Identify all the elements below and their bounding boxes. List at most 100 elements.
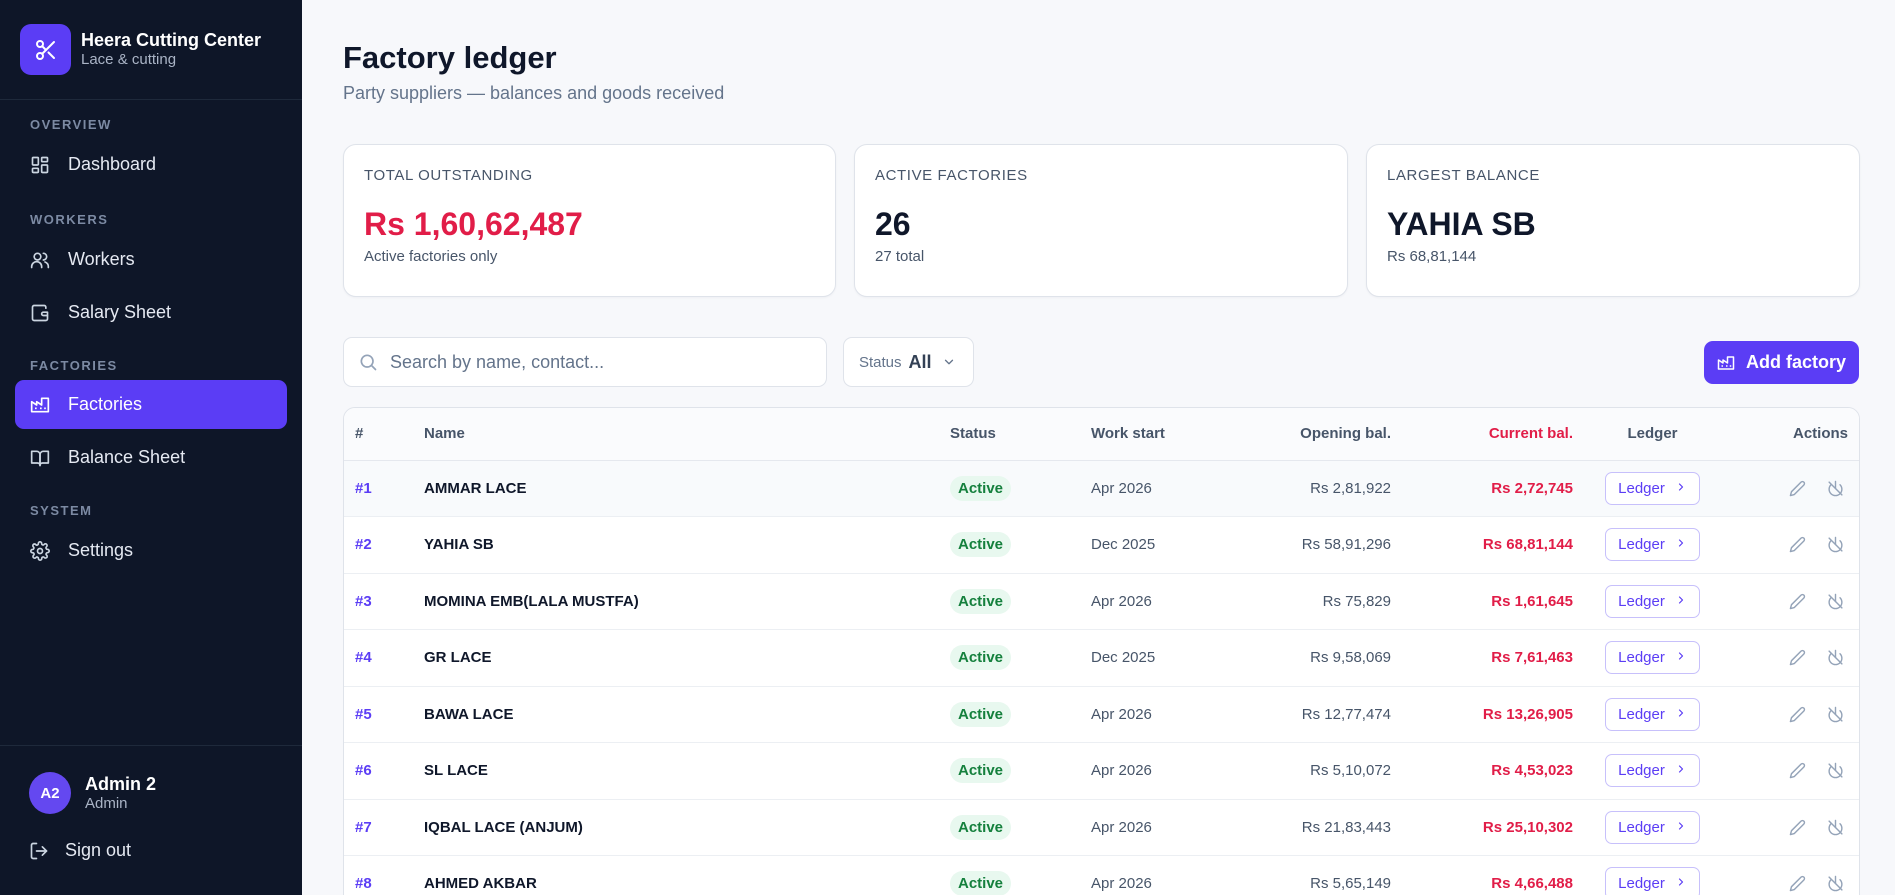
ledger-button[interactable]: Ledger (1605, 528, 1700, 562)
current-balance: Rs 25,10,302 (1482, 818, 1573, 836)
user-profile[interactable]: A2 Admin 2 Admin (0, 746, 302, 814)
stat-label: ACTIVE FACTORIES (875, 167, 1028, 184)
ledger-button-label: Ledger (1618, 705, 1665, 723)
stat-label: TOTAL OUTSTANDING (364, 167, 533, 184)
table-row[interactable]: #4 GR LACE Active Dec 2025 Rs 9,58,069 Rs 7,6… (344, 630, 1859, 686)
table-row[interactable]: #3 MOMINA EMB(LALA MUSTFA) Active Apr 2026 R… (344, 573, 1859, 630)
wallet-icon (31, 304, 49, 321)
ledger-button-label: Ledger (1618, 818, 1665, 836)
ledger-button[interactable]: Ledger (1605, 867, 1700, 895)
col-header-num[interactable]: # (344, 408, 424, 460)
table-row[interactable]: #1 AMMAR LACE Active Apr 2026 Rs 2,81,922 Rs … (344, 460, 1859, 517)
factory-name: GR LACE (424, 649, 492, 667)
row-number: #7 (355, 818, 372, 836)
stat-value: 26 (875, 206, 911, 242)
factory-name: AHMED AKBAR (424, 875, 537, 893)
edit-icon[interactable] (1784, 871, 1810, 895)
status-badge: Active (950, 588, 1012, 614)
ledger-button[interactable]: Ledger (1605, 810, 1700, 844)
work-start: Dec 2025 (1091, 649, 1156, 667)
row-number: #1 (355, 479, 372, 497)
col-header-name[interactable]: Name (424, 408, 950, 460)
status-badge: Active (950, 645, 1012, 671)
row-number: #3 (355, 592, 372, 610)
sidebar-item-label: Salary Sheet (68, 302, 172, 322)
row-number: #8 (355, 875, 372, 893)
sign-out-button[interactable]: Sign out (0, 840, 302, 861)
table-row[interactable]: #7 IQBAL LACE (ANJUM) Active Apr 2026 Rs 21,… (344, 799, 1859, 856)
ledger-button[interactable]: Ledger (1605, 584, 1700, 618)
edit-icon[interactable] (1784, 475, 1810, 501)
edit-icon[interactable] (1784, 814, 1810, 840)
stat-value: Rs 1,60,62,487 (364, 206, 583, 242)
edit-icon[interactable] (1784, 701, 1810, 727)
deactivate-icon[interactable] (1822, 588, 1848, 614)
status-filter-select[interactable]: Status All (843, 337, 974, 387)
user-name: Admin 2 (85, 773, 157, 794)
col-header-opening-balance[interactable]: Opening bal. (1259, 408, 1391, 460)
ledger-button[interactable]: Ledger (1605, 697, 1700, 731)
search-box (343, 337, 827, 387)
deactivate-icon[interactable] (1822, 814, 1848, 840)
deactivate-icon[interactable] (1822, 475, 1848, 501)
table-row[interactable]: #2 YAHIA SB Active Dec 2025 Rs 58,91,296 Rs 6… (344, 517, 1859, 573)
stat-card-largest-balance: LARGEST BALANCE YAHIA SB Rs 68,81,144 (1366, 144, 1860, 297)
ledger-button[interactable]: Ledger (1605, 641, 1700, 675)
chevron-right-icon (1665, 762, 1687, 779)
work-start: Apr 2026 (1091, 479, 1152, 497)
table-row[interactable]: #6 SL LACE Active Apr 2026 Rs 5,10,072 Rs 4,5… (344, 743, 1859, 799)
edit-icon[interactable] (1784, 532, 1810, 558)
ledger-button-label: Ledger (1618, 875, 1665, 893)
users-icon (30, 252, 50, 268)
sidebar-item-factories[interactable]: Factories (15, 380, 287, 429)
row-number: #5 (355, 705, 372, 723)
add-factory-label: Add factory (1745, 352, 1846, 372)
col-header-current-balance[interactable]: Current bal. (1391, 408, 1573, 460)
sign-out-label: Sign out (65, 840, 132, 860)
search-input[interactable] (390, 351, 810, 373)
status-filter-label: Status (859, 353, 902, 371)
chevron-right-icon (1665, 706, 1687, 723)
ledger-button-label: Ledger (1618, 536, 1665, 554)
current-balance: Rs 1,61,645 (1491, 592, 1573, 610)
page-title: Factory ledger (343, 40, 557, 75)
deactivate-icon[interactable] (1822, 532, 1848, 558)
table-header-row: # Name Status Work start Opening bal. Cu… (344, 408, 1859, 460)
nav-section-factories: FACTORIES (30, 358, 118, 373)
edit-icon[interactable] (1784, 758, 1810, 784)
row-number: #4 (355, 649, 372, 667)
chevron-right-icon (1665, 480, 1687, 497)
add-factory-button[interactable]: Add factory (1704, 341, 1859, 384)
stat-value: YAHIA SB (1387, 206, 1536, 242)
ledger-button[interactable]: Ledger (1605, 471, 1700, 505)
sidebar-item-dashboard[interactable]: Dashboard (15, 140, 287, 189)
current-balance: Rs 13,26,905 (1482, 705, 1573, 723)
sidebar-item-label: Factories (68, 394, 143, 414)
deactivate-icon[interactable] (1822, 758, 1848, 784)
sidebar-item-salary-sheet[interactable]: Salary Sheet (15, 288, 287, 337)
stat-note: 27 total (875, 248, 925, 265)
col-header-work-start[interactable]: Work start (1091, 408, 1259, 460)
stat-card-total-outstanding: TOTAL OUTSTANDING Rs 1,60,62,487 Active … (343, 144, 836, 297)
ledger-button[interactable]: Ledger (1605, 754, 1700, 788)
sidebar-item-settings[interactable]: Settings (15, 526, 287, 575)
current-balance: Rs 4,53,023 (1491, 762, 1573, 780)
deactivate-icon[interactable] (1822, 871, 1848, 895)
factory-name: BAWA LACE (424, 705, 514, 723)
chevron-right-icon (1665, 819, 1687, 836)
col-header-status[interactable]: Status (950, 408, 1091, 460)
sidebar-item-balance-sheet[interactable]: Balance Sheet (15, 433, 287, 482)
edit-icon[interactable] (1784, 645, 1810, 671)
table-row[interactable]: #5 BAWA LACE Active Apr 2026 Rs 12,77,474 Rs … (344, 686, 1859, 743)
status-badge: Active (950, 814, 1012, 840)
brand-tagline: Lace & cutting (81, 51, 177, 68)
edit-icon[interactable] (1784, 588, 1810, 614)
table-row[interactable]: #8 AHMED AKBAR Active Apr 2026 Rs 5,65,149 Rs… (344, 856, 1859, 895)
opening-balance: Rs 12,77,474 (1301, 705, 1391, 723)
sidebar-item-workers[interactable]: Workers (15, 235, 287, 284)
factory-icon (30, 397, 50, 412)
deactivate-icon[interactable] (1822, 701, 1848, 727)
work-start: Apr 2026 (1091, 592, 1152, 610)
book-icon (30, 450, 50, 466)
deactivate-icon[interactable] (1822, 645, 1848, 671)
